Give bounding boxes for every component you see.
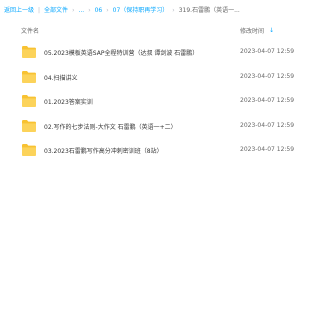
breadcrumb-divider: |	[38, 7, 41, 14]
list-item[interactable]: 05.2023模板英语SAP全程特训营（达叔 谭剑波 石雷鹏） 2023-04-…	[0, 41, 310, 65]
list-item[interactable]: 03.2023石雷鹏写作高分冲刺密训班（8站） 2023-04-07 12:59	[0, 139, 310, 163]
folder-name[interactable]: 01.2023答案实训	[44, 97, 93, 106]
breadcrumb: 返回上一级 | 全部文件 › ... › 06 › 07（保持职再学习） › 3…	[4, 5, 306, 17]
back-link[interactable]: 返回上一级	[4, 5, 34, 17]
folder-name[interactable]: 04.扫描讲义	[44, 73, 78, 82]
breadcrumb-chevron-icon: ›	[72, 7, 75, 14]
folder-icon	[22, 120, 36, 132]
folder-icon	[22, 95, 36, 107]
folder-name[interactable]: 05.2023模板英语SAP全程特训营（达叔 谭剑波 石雷鹏）	[44, 48, 198, 57]
breadcrumb-all-files[interactable]: 全部文件	[44, 5, 68, 17]
breadcrumb-07[interactable]: 07（保持职再学习）	[113, 5, 169, 17]
column-header-modified-time-label: 修改时间	[240, 28, 265, 35]
column-header-name[interactable]: 文件名	[21, 26, 39, 35]
breadcrumb-ellipsis[interactable]: ...	[78, 5, 84, 17]
column-header-modified-time[interactable]: 修改时间 ↓	[240, 26, 274, 35]
arrow-down-icon[interactable]: ↓	[269, 27, 274, 34]
breadcrumb-chevron-icon: ›	[88, 7, 91, 14]
file-list-header: 文件名 修改时间 ↓	[0, 22, 310, 38]
modified-time: 2023-04-07 12:59	[240, 48, 295, 55]
folder-name[interactable]: 03.2023石雷鹏写作高分冲刺密训班（8站）	[44, 146, 163, 155]
breadcrumb-chevron-icon: ›	[106, 7, 109, 14]
breadcrumb-current: 319.石雷鹏（英语一...	[178, 7, 240, 14]
breadcrumb-chevron-icon: ›	[172, 7, 175, 14]
modified-time: 2023-04-07 12:59	[240, 97, 295, 104]
modified-time: 2023-04-07 12:59	[240, 146, 295, 153]
list-item[interactable]: 01.2023答案实训 2023-04-07 12:59	[0, 90, 310, 114]
folder-icon	[22, 71, 36, 83]
modified-time: 2023-04-07 12:59	[240, 73, 295, 80]
folder-icon	[22, 46, 36, 58]
list-item[interactable]: 04.扫描讲义 2023-04-07 12:59	[0, 66, 310, 90]
list-item[interactable]: 02.写作的七步法则-大作文 石雷鹏（英语一+二） 2023-04-07 12:…	[0, 115, 310, 139]
breadcrumb-06[interactable]: 06	[95, 5, 103, 17]
folder-icon	[22, 144, 36, 156]
folder-name[interactable]: 02.写作的七步法则-大作文 石雷鹏（英语一+二）	[44, 122, 177, 131]
modified-time: 2023-04-07 12:59	[240, 122, 295, 129]
